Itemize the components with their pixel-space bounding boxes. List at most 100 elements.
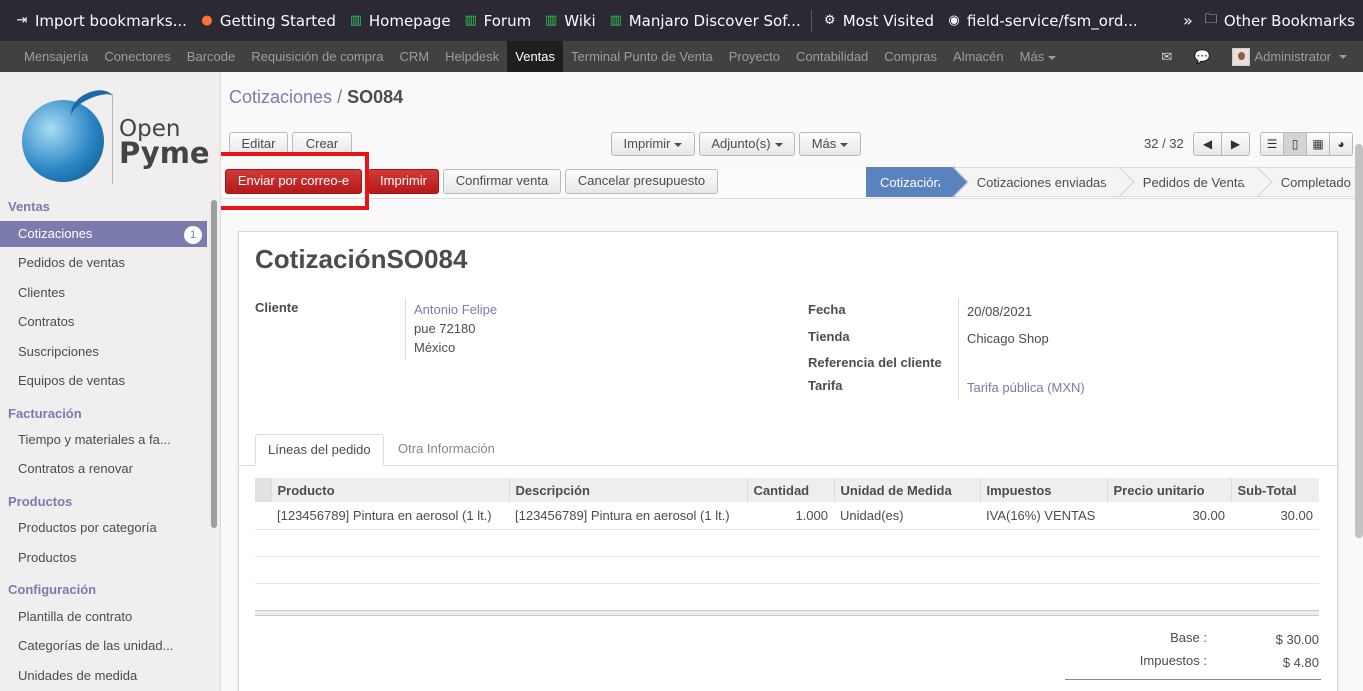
cancel-quote-button[interactable]: Cancelar presupuesto xyxy=(565,169,718,194)
form-icon: ▯ xyxy=(1291,137,1299,151)
stage-pedidos-venta[interactable]: Pedidos de Venta xyxy=(1120,167,1259,197)
bookmark-import[interactable]: ⇥ Import bookmarks... xyxy=(8,0,193,41)
menu-tpv[interactable]: Terminal Punto de Venta xyxy=(563,41,721,72)
pager-next-button[interactable]: ▶ xyxy=(1221,132,1250,156)
menu-contabilidad[interactable]: Contabilidad xyxy=(788,41,876,72)
sidebar-item-equipos[interactable]: Equipos de ventas xyxy=(0,368,207,394)
other-bookmarks[interactable]: 🗀 Other Bookmarks xyxy=(1203,0,1355,41)
column-precio: Precio unitario xyxy=(1106,478,1231,502)
bookmark-getting-started[interactable]: ● Getting Started xyxy=(193,0,342,41)
chat-icon[interactable]: 💬 xyxy=(1194,49,1210,65)
sidebar-section-ventas: Ventas xyxy=(8,199,50,214)
sidebar-item-suscripciones[interactable]: Suscripciones xyxy=(0,339,207,365)
firefox-icon: ● xyxy=(201,13,213,28)
menu-compras[interactable]: Compras xyxy=(876,41,945,72)
sidebar-item-clientes[interactable]: Clientes xyxy=(0,280,207,306)
main-scrollbar[interactable] xyxy=(1355,144,1363,538)
form-view-button[interactable]: ▯ xyxy=(1283,132,1307,156)
list-view-button[interactable]: ☰ xyxy=(1260,132,1284,156)
order-lines-table: Producto Descripción Cantidad Unidad de … xyxy=(255,478,1319,584)
bookmark-field-service[interactable]: ◉ field-service/fsm_ord... xyxy=(940,0,1144,41)
bookmarks-toolbar: ⇥ Import bookmarks... ● Getting Started ▥ H… xyxy=(0,0,1363,41)
cell-product: [123456789] Pintura en aerosol (1 lt.) xyxy=(271,502,509,530)
menu-ventas[interactable]: Ventas xyxy=(507,41,564,72)
pager-previous-button[interactable]: ◀ xyxy=(1193,132,1222,156)
import-icon: ⇥ xyxy=(16,13,28,28)
column-cantidad: Cantidad xyxy=(746,478,834,502)
menu-requisicion[interactable]: Requisición de compra xyxy=(243,41,391,72)
sidebar-item-productos-categoria[interactable]: Productos por categoría xyxy=(0,515,207,541)
chevron-double-right-icon[interactable]: » xyxy=(1183,11,1193,30)
manjaro-icon: ▥ xyxy=(349,13,363,28)
cell-taxes: IVA(16%) VENTAS xyxy=(980,502,1107,530)
sidebar-item-categorias-unidades[interactable]: Categorías de las unidad... xyxy=(0,633,207,659)
customer-link[interactable]: Antonio Felipe xyxy=(414,302,497,317)
envelope-icon[interactable]: ✉ xyxy=(1161,49,1172,65)
menu-mensajeria[interactable]: Mensajería xyxy=(16,41,96,72)
customer-ref-label: Referencia del cliente xyxy=(808,355,942,370)
graph-view-button[interactable]: ◕ xyxy=(1329,132,1353,156)
menu-proyecto[interactable]: Proyecto xyxy=(721,41,788,72)
table-row-empty xyxy=(255,529,1319,557)
sidebar-item-productos[interactable]: Productos xyxy=(0,545,207,571)
caret-down-icon xyxy=(674,142,683,147)
empty-cell xyxy=(255,556,1319,584)
cell-price: 30.00 xyxy=(1107,502,1231,530)
calendar-view-button[interactable]: ▦ xyxy=(1306,132,1330,156)
pricelist-label: Tarifa xyxy=(808,378,843,393)
stage-cotizaciones-enviadas[interactable]: Cotizaciones enviadas xyxy=(954,167,1121,197)
menu-mas[interactable]: Más xyxy=(1012,41,1065,72)
sidebar-item-plantilla-contrato[interactable]: Plantilla de contrato xyxy=(0,604,207,630)
tax-label: Impuestos : xyxy=(1139,653,1207,668)
column-subtotal: Sub-Total xyxy=(1230,478,1319,502)
bookmark-discover[interactable]: ▥ Manjaro Discover Sof... xyxy=(602,0,807,41)
table-row-empty xyxy=(255,556,1319,584)
menu-barcode[interactable]: Barcode xyxy=(179,41,243,72)
company-logo[interactable]: Open Pyme xyxy=(18,83,210,192)
caret-down-icon xyxy=(774,142,783,147)
cell-quantity: 1.000 xyxy=(747,502,834,530)
logo-divider xyxy=(112,94,113,184)
column-descripcion: Descripción xyxy=(508,478,747,502)
tab-order-lines[interactable]: Líneas del pedido xyxy=(255,434,384,466)
document-title: CotizaciónSO084 xyxy=(255,244,468,274)
cell-subtotal: 30.00 xyxy=(1231,502,1319,530)
logo-text-pyme: Pyme xyxy=(119,136,210,170)
main-content: Cotizaciones / SO084 Editar Crear Imprim… xyxy=(221,72,1363,691)
bookmark-wiki[interactable]: ▥ Wiki xyxy=(537,0,602,41)
sidebar-item-contratos[interactable]: Contratos xyxy=(0,309,207,335)
stage-cotizacion[interactable]: Cotización xyxy=(866,167,955,197)
sidebar-section-configuracion: Configuración xyxy=(8,582,97,597)
sidebar-scrollbar[interactable] xyxy=(211,200,217,528)
sidebar-item-tiempo-materiales[interactable]: Tiempo y materiales a fa... xyxy=(0,427,207,453)
table-row[interactable]: [123456789] Pintura en aerosol (1 lt.) [… xyxy=(255,502,1319,530)
more-dropdown[interactable]: Más xyxy=(799,132,861,156)
bookmark-forum[interactable]: ▥ Forum xyxy=(457,0,538,41)
pricelist-link[interactable]: Tarifa pública (MXN) xyxy=(967,380,1085,395)
menu-conectores[interactable]: Conectores xyxy=(96,41,178,72)
sidebar-item-contratos-renovar[interactable]: Contratos a renovar xyxy=(0,456,207,482)
github-icon: ◉ xyxy=(948,13,960,28)
tab-other-info[interactable]: Otra Información xyxy=(386,434,507,466)
menu-almacen[interactable]: Almacén xyxy=(945,41,1012,72)
stage-completado[interactable]: Completado xyxy=(1258,167,1363,197)
sidebar-item-cotizaciones[interactable]: Cotizaciones 1 xyxy=(0,221,207,247)
bookmark-most-visited[interactable]: ⚙ Most Visited xyxy=(816,0,940,41)
user-menu[interactable]: Administrator xyxy=(1232,47,1347,66)
column-unidad: Unidad de Medida xyxy=(833,478,980,502)
attachments-dropdown[interactable]: Adjunto(s) xyxy=(699,132,795,156)
shop-value: Chicago Shop xyxy=(967,331,1049,346)
sidebar-item-pedidos[interactable]: Pedidos de ventas xyxy=(0,250,207,276)
sidebar-item-unidades-medida[interactable]: Unidades de medida xyxy=(0,663,207,689)
date-value: 20/08/2021 xyxy=(967,304,1033,319)
menu-crm[interactable]: CRM xyxy=(391,41,437,72)
menu-helpdesk[interactable]: Helpdesk xyxy=(437,41,507,72)
field-divider xyxy=(958,298,959,400)
breadcrumb-parent[interactable]: Cotizaciones xyxy=(229,87,332,107)
print-button[interactable]: Imprimir xyxy=(368,169,439,194)
list-icon: ☰ xyxy=(1266,137,1278,151)
print-dropdown[interactable]: Imprimir xyxy=(611,132,695,156)
bookmark-homepage[interactable]: ▥ Homepage xyxy=(342,0,457,41)
avatar xyxy=(1232,47,1251,66)
confirm-sale-button[interactable]: Confirmar venta xyxy=(443,169,561,194)
